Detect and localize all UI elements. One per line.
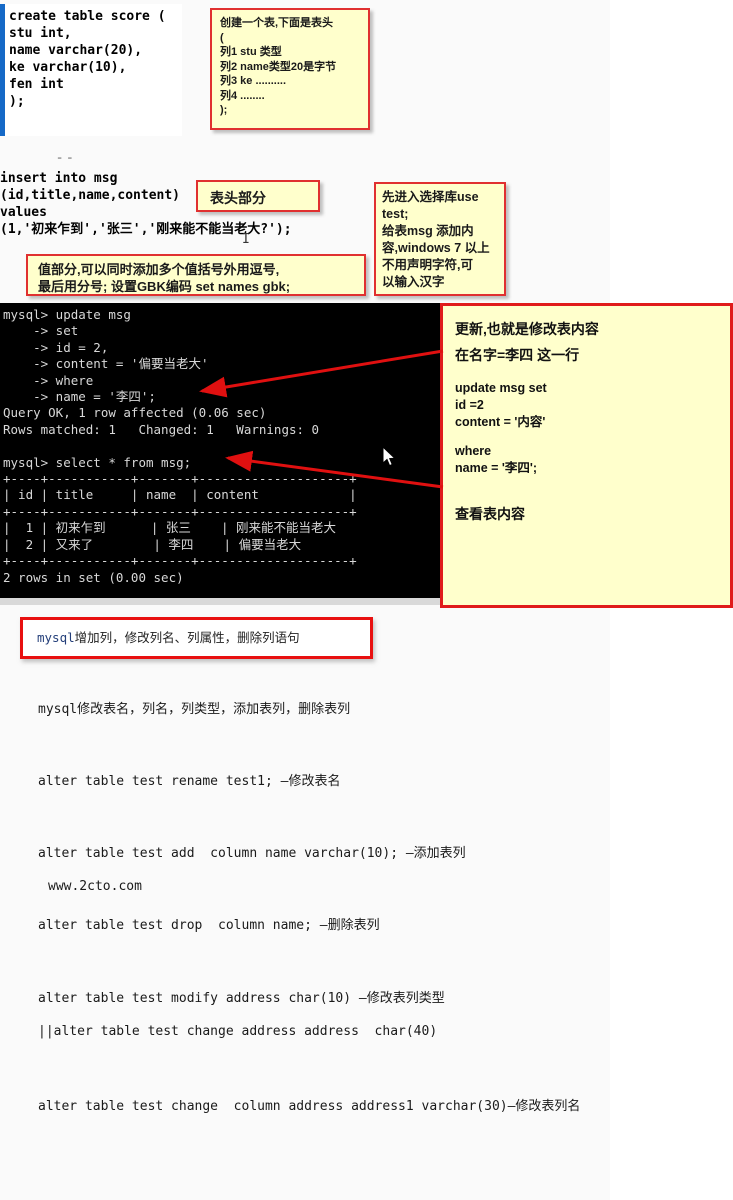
code-line: ke varchar(10), [9,60,127,75]
note-code-line: update msg set [455,381,547,395]
terminal-line: +----+-----------+-------+--------------… [3,503,357,519]
body-line: alter table test drop column name; —删除表列 [38,918,380,933]
body-line: alter table test modify address char(10)… [38,991,445,1006]
code-line: (1,'初来乍到','张三','刚来能不能当老大?'); [0,222,292,237]
terminal-line: -> where [3,372,94,388]
terminal-line: | id | title | name | content | [3,487,357,503]
note-code-line: id =2 [455,398,484,412]
terminal-line: mysql> update msg [3,307,131,322]
terminal-line: Query OK, 1 row affected (0.06 sec) [3,405,267,421]
note-line: 容,windows 7 以上 [382,241,490,255]
note-create-table-explanation: 创建一个表,下面是表头 ( 列1 stu 类型 列2 name类型20是字节 列… [210,8,370,130]
note-line: 列3 ke .......... [220,75,287,87]
note-code-line: name = '李四'; [455,461,538,475]
terminal-line: -> set [3,323,79,339]
terminal-line: mysql> select * from msg; [3,454,192,470]
code-line: ); [9,94,25,109]
body-line: alter table test change column address a… [38,1099,581,1114]
terminal-line: 2 rows in set (0.00 sec) [3,569,184,585]
banner-text: mysql增加列，修改列名、列属性，删除列语句 [23,620,370,656]
body-line: mysql修改表名，列名，列类型，添加表列，删除表列 [38,702,351,717]
terminal-line: | 2 | 又来了 | 李四 | 偏要当老大 [3,536,302,552]
note-footer: 查看表内容 [455,506,525,522]
text-caret: I [242,232,250,247]
note-line: ( [220,31,224,44]
note-line: test; [382,207,409,221]
terminal-line: +----+-----------+-------+--------------… [3,553,357,569]
terminal-line: -> content = '偏要当老大' [3,356,209,372]
note-line: 创建一个表,下面是表头 [220,17,334,29]
code-line: name varchar(20), [9,43,143,58]
note-line: 表头部分 [210,190,266,206]
banner-prefix: mysql [37,630,75,645]
stray-marks: ¯¯ [56,156,77,170]
body-line: alter table test rename test1; —修改表名 [38,774,341,789]
note-code-line: where [455,444,492,458]
note-line: 最后用分号; 设置GBK编码 set names gbk; [38,279,291,294]
terminal-line: -> name = '李四'; [3,389,156,405]
terminal-line: -> id = 2, [3,339,109,355]
note-line: 以输入汉字 [382,275,445,289]
note-line: 列2 name类型20是字节 [220,60,337,73]
code-line: stu int, [9,26,72,41]
code-line: fen int [9,77,64,92]
terminal-line: Rows matched: 1 Changed: 1 Warnings: 0 [3,421,320,437]
note-code-line: content = '内容' [455,415,546,429]
note-line: 先进入选择库use [382,190,479,204]
terminal-line: +----+-----------+-------+--------------… [3,471,357,487]
note-update-explanation: 更新,也就是修改表内容 在名字=李四 这一行 update msg set id… [440,303,733,608]
create-table-code-block: create table score ( stu int, name varch… [0,4,182,136]
terminal-line: | 1 | 初来乍到 | 张三 | 刚来能不能当老大 [3,520,337,536]
note-line: 不用声明字符,可 [382,258,473,272]
code-line: create table score ( [9,9,166,24]
note-line: 值部分,可以同时添加多个值括号外用逗号, [38,262,280,277]
mysql-terminal-window[interactable]: mysql> update msg -> set -> id = 2, -> c… [0,303,441,605]
body-line: ||alter table test change address addres… [38,1024,438,1039]
note-table-header-part: 表头部分 [196,180,320,212]
note-heading: 在名字=李四 这一行 [455,347,580,363]
note-line: 列4 ........ [220,89,265,102]
terminal-window-bottom-edge [0,598,441,605]
note-use-database: 先进入选择库use test; 给表msg 添加内 容,windows 7 以上… [374,182,506,296]
note-values-part: 值部分,可以同时添加多个值括号外用逗号, 最后用分号; 设置GBK编码 set … [26,254,366,296]
note-line: 给表msg 添加内 [382,224,474,238]
body-line: alter table test add column name varchar… [38,846,466,861]
note-line: 列1 stu 类型 [220,46,282,58]
note-line: ); [220,104,228,116]
watermark-text: www.2cto.com [48,879,142,894]
banner-body: 增加列，修改列名、列属性，删除列语句 [74,630,300,645]
banner-alter-column-statements: mysql增加列，修改列名、列属性，删除列语句 [20,617,373,659]
note-heading: 更新,也就是修改表内容 [455,321,599,337]
mouse-cursor-icon [383,447,396,467]
